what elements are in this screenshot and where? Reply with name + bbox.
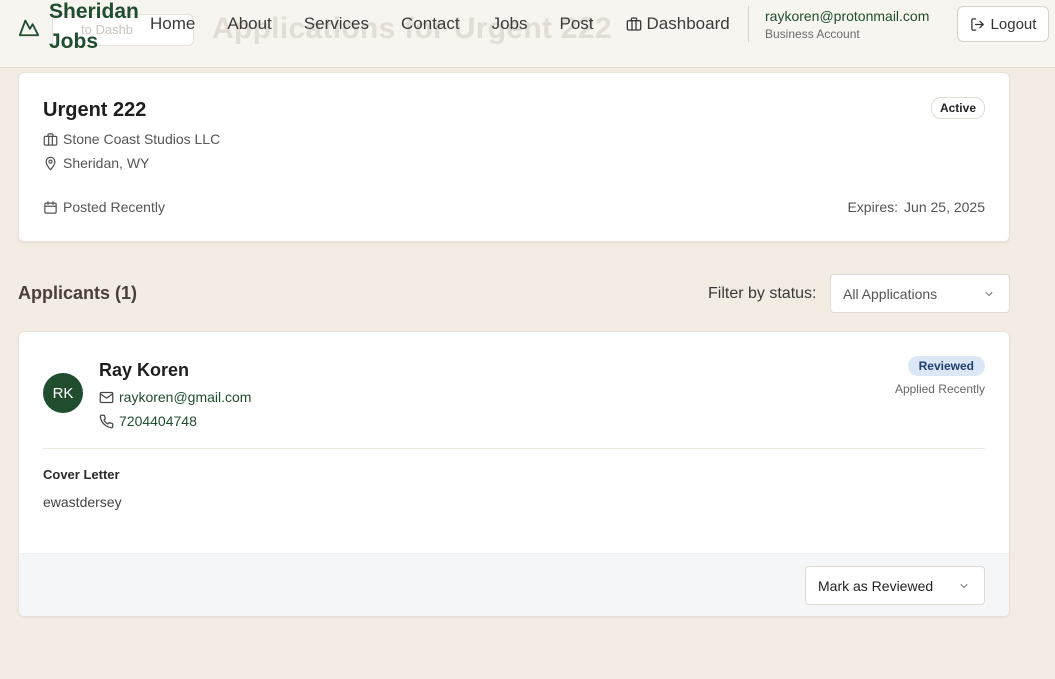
job-status-badge: Active — [930, 97, 985, 119]
filter-label: Filter by status: — [708, 285, 817, 302]
applicant-phone[interactable]: 7204404748 — [119, 413, 197, 429]
nav-about[interactable]: About — [227, 14, 271, 34]
nav-contact[interactable]: Contact — [401, 14, 460, 34]
building-icon — [43, 132, 58, 146]
cover-letter-label: Cover Letter — [43, 467, 120, 482]
applied-time: Applied Recently — [894, 382, 985, 396]
mountain-icon — [18, 19, 40, 37]
applicant-email[interactable]: raykoren@gmail.com — [119, 389, 251, 405]
nav-label: Home — [150, 14, 196, 33]
nav-label: Dashboard — [646, 14, 730, 33]
chevron-down-icon — [960, 583, 968, 588]
nav-label: Post — [559, 14, 594, 33]
job-posted-row: Posted Recently — [43, 199, 165, 215]
nav-label: About — [227, 14, 272, 33]
applicant-card: RK Ray Koren raykoren@gmail.com 72044047… — [18, 331, 1010, 617]
job-posted: Posted Recently — [63, 199, 165, 215]
main-nav: Home About Services Contact Jobs Post Da… — [150, 0, 762, 48]
status-filter-select[interactable]: All Applications — [830, 274, 1010, 313]
job-company: Stone Coast Studios LLC — [63, 131, 221, 147]
nav-home[interactable]: Home — [150, 14, 195, 34]
nav-label: Contact — [400, 14, 460, 33]
phone-icon — [99, 414, 114, 428]
applicant-phone-row[interactable]: 7204404748 — [99, 413, 197, 429]
status-filter-value: All Applications — [843, 285, 938, 302]
applicant-email-row[interactable]: raykoren@gmail.com — [99, 389, 251, 405]
application-status-value: Mark as Reviewed — [818, 577, 934, 594]
nav-label: Jobs — [491, 14, 528, 33]
job-location-row: Sheridan, WY — [43, 155, 149, 171]
logout-label: Logout — [990, 15, 1037, 33]
brand-name: Sheridan Jobs — [49, 0, 139, 53]
logout-button[interactable]: Logout — [957, 6, 1049, 42]
application-status-select[interactable]: Mark as Reviewed — [805, 566, 985, 605]
avatar: RK — [43, 373, 83, 413]
nav-services[interactable]: Services — [304, 14, 369, 34]
brand-logo[interactable]: Sheridan Jobs — [18, 0, 145, 54]
nav-label: Services — [303, 14, 369, 33]
account-email: raykoren@protonmail.com — [765, 8, 930, 24]
job-title: Urgent 222 — [43, 99, 147, 121]
card-divider — [43, 448, 985, 449]
job-location: Sheridan, WY — [63, 155, 150, 171]
map-pin-icon — [45, 156, 56, 170]
applicant-name: Ray Koren — [99, 360, 190, 380]
calendar-icon — [44, 200, 57, 214]
expires-date: Jun 25, 2025 — [904, 199, 985, 215]
applicant-card-footer: Mark as Reviewed — [19, 553, 1009, 616]
briefcase-icon — [626, 17, 641, 31]
cover-letter-text: ewastdersey — [43, 494, 122, 510]
mail-icon — [99, 391, 114, 403]
chevron-down-icon — [985, 291, 993, 296]
applicants-heading: Applicants (1) — [18, 283, 138, 303]
nav-jobs[interactable]: Jobs — [492, 14, 528, 34]
job-details-card: Urgent 222 Active Stone Coast Studios LL… — [18, 72, 1010, 242]
job-company-row: Stone Coast Studios LLC — [43, 131, 220, 147]
nav-dashboard[interactable]: Dashboard — [626, 14, 730, 34]
logout-icon — [970, 17, 984, 31]
expires-label: Expires: — [847, 199, 899, 215]
nav-post[interactable]: Post — [560, 14, 594, 34]
applicant-status-badge: Reviewed — [907, 356, 985, 376]
account-type: Business Account — [765, 27, 860, 41]
job-expires: Expires: Jun 25, 2025 — [847, 199, 985, 215]
account-info: raykoren@protonmail.com Business Account — [765, 7, 929, 42]
nav-divider — [748, 6, 749, 42]
top-nav-bar: to Dashb Applications for Urgent 222 She… — [0, 0, 1055, 68]
